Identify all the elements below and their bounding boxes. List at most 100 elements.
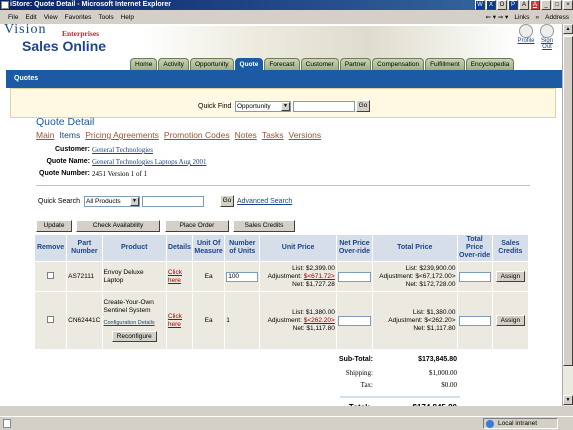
unit-adj-label: Adjustment: [267, 272, 302, 280]
chevron-right-icon[interactable]: » [536, 14, 540, 21]
remove-checkbox[interactable] [47, 271, 55, 279]
tab-activity[interactable]: Activity [158, 58, 189, 70]
col-part-number: Part Number [66, 234, 103, 262]
links-label[interactable]: Links [514, 14, 529, 21]
customer-link[interactable]: General Technologies [92, 146, 153, 154]
subtab-main[interactable]: Main [36, 130, 54, 140]
subtab-promotion-codes[interactable]: Promotion Codes [164, 130, 230, 140]
sales-credits-button[interactable]: Sales Credits [233, 220, 295, 232]
total-override-input[interactable] [458, 315, 491, 326]
menu-edit[interactable]: Edit [25, 14, 36, 21]
col-total-price: Total Price [372, 234, 458, 262]
quick-find-go-button[interactable]: Go [356, 100, 370, 112]
col-sales-credits: Sales Credits [491, 234, 530, 262]
tab-encyclopedia[interactable]: Encyclopedia [465, 58, 515, 70]
advanced-search-link[interactable]: Advanced Search [237, 198, 292, 205]
net-override-cell [335, 261, 374, 292]
reconfigure-button[interactable]: Reconfigure [111, 331, 157, 342]
tab-home[interactable]: Home [130, 58, 158, 70]
scroll-thumb[interactable] [563, 36, 573, 366]
menu-favorites[interactable]: Favorites [65, 14, 92, 21]
total-adj: Adjustment: $<67,172.00> [379, 272, 456, 280]
col-net-override: Net Price Over-ride [335, 234, 374, 262]
signout-icon [540, 24, 554, 38]
subtotal-label: Sub-Total: [338, 356, 373, 363]
assign-button[interactable]: Assign [495, 271, 526, 282]
net-override-input[interactable] [337, 315, 371, 326]
tab-quote[interactable]: Quote [234, 58, 264, 70]
scroll-down-icon[interactable]: ▼ [563, 395, 573, 405]
maximize-icon[interactable]: □ [552, 0, 562, 10]
signout-link[interactable]: Sign Out [538, 24, 556, 50]
total-override-input[interactable] [458, 271, 491, 282]
table-row: CN62441C Create-Your-Own Sentinel System… [33, 291, 530, 350]
profile-link[interactable]: Profile [517, 24, 535, 44]
vertical-scrollbar[interactable]: ▲ ▼ [562, 24, 573, 406]
quick-search-select[interactable]: All Products ▼ [84, 196, 140, 207]
divider [36, 185, 530, 186]
check-availability-button[interactable]: Check Availability [76, 220, 160, 232]
menu-file[interactable]: File [8, 14, 18, 21]
excel-icon[interactable]: X [486, 0, 496, 10]
logo-vision: Vision [4, 22, 47, 37]
total-net: Net: $1,117.80 [413, 324, 456, 332]
units-input[interactable]: 100 [226, 271, 259, 282]
horizontal-scrollbar[interactable] [0, 406, 573, 416]
outlook-icon[interactable]: O [497, 0, 507, 10]
menu-help[interactable]: Help [121, 14, 134, 21]
assign-button[interactable]: Assign [495, 315, 526, 326]
acrobat-icon[interactable]: A [530, 0, 540, 10]
quote-name-link[interactable]: General Technologies Laptops Aug 2001 [92, 158, 206, 166]
total-override-cell [456, 291, 493, 350]
menu-view[interactable]: View [44, 14, 58, 21]
tab-compensation[interactable]: Compensation [372, 58, 425, 70]
details-link[interactable]: Click here [165, 261, 194, 292]
quick-search-input[interactable] [142, 196, 204, 207]
quick-search-go-button[interactable]: Go [220, 195, 234, 207]
subtab-versions[interactable]: Versions [289, 130, 322, 140]
scroll-up-icon[interactable]: ▲ [563, 24, 573, 34]
configuration-details-link[interactable]: Configuration Details [104, 319, 165, 327]
net-override-input[interactable] [337, 271, 371, 282]
totals-divider [340, 396, 460, 398]
subtab-notes[interactable]: Notes [235, 130, 257, 140]
subtab-pricing-agreements[interactable]: Pricing Agreements [85, 130, 159, 140]
place-order-button[interactable]: Place Order [165, 220, 229, 232]
profile-icon [519, 24, 533, 38]
quick-find-label: Quick Find [198, 103, 232, 110]
quote-number-label: Quote Number: [39, 170, 90, 177]
col-product: Product [101, 234, 167, 262]
unit-adj-link[interactable]: $<671.72> [304, 273, 335, 280]
address-label[interactable]: Address [545, 14, 569, 21]
update-button[interactable]: Update [36, 220, 72, 232]
section-title[interactable]: Quotes [14, 75, 38, 82]
unit-price-cell: List: $2,399.00 Adjustment: $<671.72> Ne… [259, 261, 337, 292]
word-icon[interactable]: W [475, 0, 485, 10]
remove-checkbox[interactable] [47, 315, 55, 323]
quick-find-input[interactable] [293, 101, 355, 112]
tab-partner[interactable]: Partner [339, 58, 372, 70]
subtotal-value: $173,845.80 [418, 356, 457, 363]
access-icon[interactable]: A [519, 0, 529, 10]
unit-net: Net: $1,117.80 [292, 324, 335, 332]
ie-icon [1, 1, 9, 9]
tab-opportunity[interactable]: Opportunity [189, 58, 234, 70]
status-bar: Local intranet [0, 416, 573, 430]
back-arrow-icon[interactable]: ⇐ ▾ ⇒ ▾ [485, 13, 508, 21]
quick-find-select[interactable]: Opportunity ▼ [235, 101, 291, 112]
tab-fulfillment[interactable]: Fulfillment [425, 58, 465, 70]
tax-label: Tax: [360, 381, 373, 389]
part-number: CN62441C [66, 291, 103, 350]
powerpoint-icon[interactable]: P [508, 0, 518, 10]
tab-customer[interactable]: Customer [300, 58, 339, 70]
tab-forecast[interactable]: Forecast [264, 58, 300, 70]
close-icon[interactable]: × [563, 0, 573, 10]
total-net: Net: $172,728.00 [405, 280, 456, 288]
menu-tools[interactable]: Tools [98, 14, 113, 21]
subtab-items[interactable]: Items [59, 130, 80, 140]
unit-adj-link[interactable]: $<262.20> [304, 317, 335, 324]
subtab-tasks[interactable]: Tasks [262, 130, 284, 140]
uom-value: Ea [192, 291, 226, 350]
minimize-icon[interactable]: _ [541, 0, 551, 10]
details-link[interactable]: Click here [165, 291, 194, 350]
